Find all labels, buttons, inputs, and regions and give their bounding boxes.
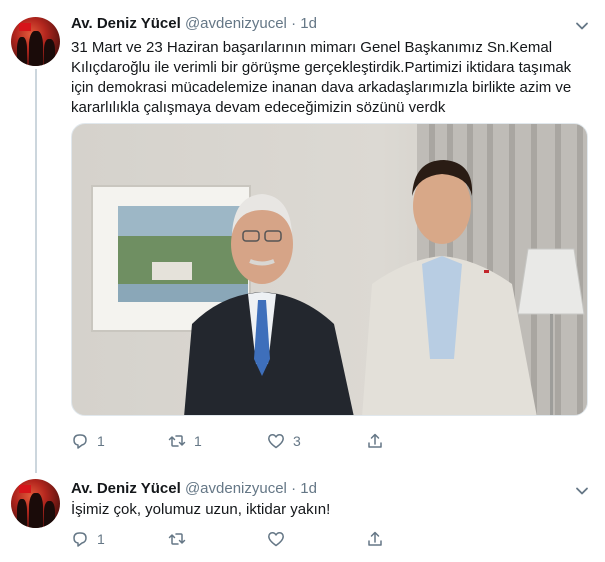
reply-icon	[73, 434, 87, 449]
reply-button[interactable]: 1	[71, 529, 105, 549]
chevron-down-icon[interactable]	[575, 484, 589, 498]
tweet-text: 31 Mart ve 23 Haziran başarılarının mima…	[71, 38, 591, 118]
tweet-actions: 1 1 3	[71, 431, 591, 451]
author-handle[interactable]: @avdenizyucel	[185, 480, 287, 497]
reply-icon	[73, 532, 87, 547]
tweet[interactable]: Av. Deniz Yücel @avdenizyucel · 1d İşimi…	[0, 475, 605, 562]
author-handle[interactable]: @avdenizyucel	[185, 15, 287, 32]
reply-count: 1	[97, 531, 105, 547]
reply-button[interactable]: 1	[71, 431, 105, 451]
retweet-button[interactable]	[168, 529, 186, 549]
like-count: 3	[293, 433, 301, 449]
flag-icon	[19, 485, 31, 493]
tweet-header: Av. Deniz Yücel @avdenizyucel · 1d	[71, 15, 317, 32]
reply-count: 1	[97, 433, 105, 449]
author-name[interactable]: Av. Deniz Yücel	[71, 15, 181, 32]
retweet-button[interactable]: 1	[168, 431, 202, 451]
like-icon	[268, 434, 284, 449]
separator: ·	[291, 480, 297, 497]
share-button[interactable]	[366, 529, 384, 549]
tweet-text: İşimiz çok, yolumuz uzun, iktidar yakın!	[71, 500, 591, 520]
like-button[interactable]: 3	[267, 431, 301, 451]
tweet-text-line: Kılıçdaroğlu ile verimli bir görüşme ger…	[71, 59, 572, 76]
tweet[interactable]: Av. Deniz Yücel @avdenizyucel · 1d 31 Ma…	[0, 0, 605, 475]
retweet-count: 1	[194, 433, 202, 449]
avatar[interactable]	[11, 479, 60, 528]
tweet-text-line: için demokrasi mücadelemize inanan dava …	[71, 79, 572, 96]
tweet-header: Av. Deniz Yücel @avdenizyucel · 1d	[71, 480, 317, 497]
share-button[interactable]	[366, 431, 384, 451]
tweet-photo[interactable]	[71, 123, 588, 416]
share-icon	[368, 433, 382, 448]
like-icon	[268, 532, 284, 547]
like-button[interactable]	[267, 529, 285, 549]
tweet-time[interactable]: 1d	[300, 480, 317, 497]
tweet-text-line: İşimiz çok, yolumuz uzun, iktidar yakın!	[71, 501, 331, 518]
retweet-icon	[168, 533, 186, 545]
tweet-text-line: kararlılıkla çalışmaya devam edeceğimizi…	[71, 99, 446, 116]
flag-icon	[19, 23, 31, 31]
author-name[interactable]: Av. Deniz Yücel	[71, 480, 181, 497]
tweet-time[interactable]: 1d	[300, 15, 317, 32]
tweet-text-line: 31 Mart ve 23 Haziran başarılarının mima…	[71, 39, 553, 56]
share-icon	[368, 531, 382, 546]
retweet-icon	[168, 435, 186, 447]
avatar[interactable]	[11, 17, 60, 66]
tweet-actions: 1	[71, 529, 591, 549]
thread-line	[35, 69, 37, 473]
separator: ·	[291, 15, 297, 32]
chevron-down-icon[interactable]	[575, 19, 589, 33]
